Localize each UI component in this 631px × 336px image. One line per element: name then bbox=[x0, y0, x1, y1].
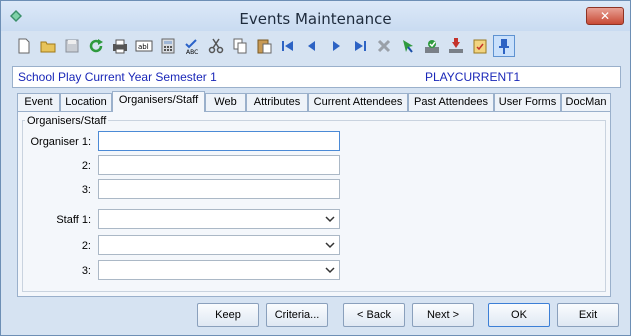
tab-location[interactable]: Location bbox=[60, 93, 112, 111]
ok-button[interactable]: OK bbox=[488, 303, 550, 327]
previous-record-icon[interactable] bbox=[301, 35, 323, 57]
pin-icon[interactable] bbox=[493, 35, 515, 57]
tab-event[interactable]: Event bbox=[17, 93, 60, 111]
keep-button[interactable]: Keep bbox=[197, 303, 259, 327]
staff2-label: 2: bbox=[81, 240, 91, 252]
tab-docman[interactable]: DocMan bbox=[561, 93, 611, 111]
staff1-select[interactable] bbox=[98, 209, 340, 229]
close-window-button[interactable]: ✕ bbox=[586, 7, 624, 25]
organiser1-input[interactable] bbox=[98, 131, 340, 151]
event-banner: School Play Current Year Semester 1 PLAY… bbox=[12, 66, 621, 88]
text-field-icon[interactable]: abl bbox=[133, 35, 155, 57]
toolbar: abl ABC bbox=[9, 33, 623, 61]
print-icon[interactable] bbox=[109, 35, 131, 57]
window-title: Events Maintenance bbox=[239, 10, 392, 28]
download-icon[interactable] bbox=[445, 35, 467, 57]
tab-user-forms[interactable]: User Forms bbox=[494, 93, 561, 111]
refresh-icon[interactable] bbox=[85, 35, 107, 57]
organiser3-input[interactable] bbox=[98, 179, 340, 199]
event-name: School Play Current Year Semester 1 bbox=[18, 70, 217, 84]
title-bar[interactable]: Events Maintenance ✕ bbox=[1, 1, 630, 31]
first-record-icon[interactable] bbox=[277, 35, 299, 57]
new-icon[interactable] bbox=[13, 35, 35, 57]
organiser2-input[interactable] bbox=[98, 155, 340, 175]
cut-icon[interactable] bbox=[205, 35, 227, 57]
copy-icon[interactable] bbox=[229, 35, 251, 57]
organiser2-label: 2: bbox=[81, 160, 91, 172]
staff1-label: Staff 1: bbox=[56, 214, 91, 226]
next-record-icon[interactable] bbox=[325, 35, 347, 57]
events-maintenance-window: Events Maintenance ✕ abl ABC School Play… bbox=[0, 0, 631, 336]
delete-icon[interactable] bbox=[373, 35, 395, 57]
save-icon[interactable] bbox=[61, 35, 83, 57]
last-record-icon[interactable] bbox=[349, 35, 371, 57]
svg-text:ABC: ABC bbox=[186, 49, 198, 55]
chevron-down-icon[interactable] bbox=[325, 240, 335, 250]
chevron-down-icon[interactable] bbox=[325, 265, 335, 275]
event-code: PLAYCURRENT1 bbox=[425, 70, 521, 84]
organiser1-label: Organiser 1: bbox=[30, 136, 91, 148]
clipboard-check-icon[interactable] bbox=[469, 35, 491, 57]
tab-web[interactable]: Web bbox=[205, 93, 246, 111]
paste-icon[interactable] bbox=[253, 35, 275, 57]
approve-icon[interactable] bbox=[421, 35, 443, 57]
group-label: Organisers/Staff bbox=[25, 115, 109, 127]
back-button[interactable]: < Back bbox=[343, 303, 405, 327]
open-folder-icon[interactable] bbox=[37, 35, 59, 57]
staff3-select[interactable] bbox=[98, 260, 340, 280]
organiser3-label: 3: bbox=[81, 184, 91, 196]
chevron-down-icon[interactable] bbox=[325, 214, 335, 224]
cursor-select-icon[interactable] bbox=[397, 35, 419, 57]
calculator-icon[interactable] bbox=[157, 35, 179, 57]
tab-attributes[interactable]: Attributes bbox=[246, 93, 308, 111]
exit-button[interactable]: Exit bbox=[557, 303, 619, 327]
staff3-label: 3: bbox=[81, 265, 91, 277]
tab-current-attendees[interactable]: Current Attendees bbox=[308, 93, 408, 111]
spell-check-icon[interactable]: ABC bbox=[181, 35, 203, 57]
criteria-button[interactable]: Criteria... bbox=[266, 303, 328, 327]
tab-past-attendees[interactable]: Past Attendees bbox=[408, 93, 494, 111]
tab-organisers-staff[interactable]: Organisers/Staff bbox=[112, 91, 205, 112]
svg-text:abl: abl bbox=[138, 43, 149, 51]
next-button[interactable]: Next > bbox=[412, 303, 474, 327]
staff2-select[interactable] bbox=[98, 235, 340, 255]
